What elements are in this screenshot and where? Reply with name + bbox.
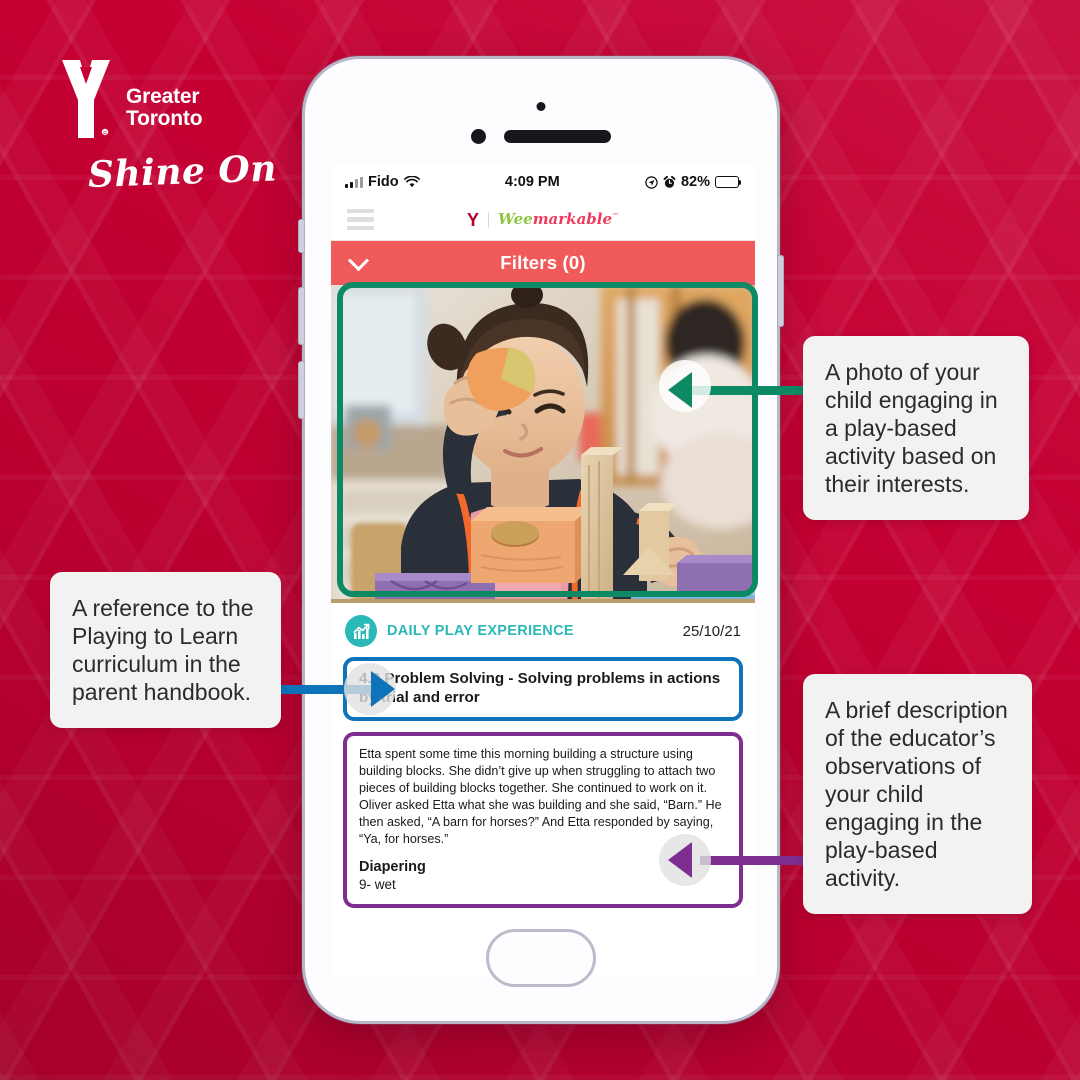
callout-observation: A brief description of the educator’s ob… [803, 674, 1032, 915]
phone-volume-up-button[interactable] [298, 287, 305, 345]
hamburger-menu-icon[interactable] [347, 208, 374, 231]
wifi-icon [403, 176, 420, 188]
photo-callout-arrow-head [668, 372, 692, 408]
learning-outcome-text: 4.2 Problem Solving - Solving problems i… [359, 670, 721, 707]
app-brand-logo: Y Weemarkable™ [467, 211, 619, 229]
status-bar: Fido 4:09 PM 82% [331, 165, 755, 199]
observation-text: Etta spent some time this morning buildi… [359, 746, 722, 847]
earpiece-speaker [504, 130, 611, 143]
home-button[interactable] [486, 929, 596, 987]
shine-on-tagline: Shine On [87, 147, 278, 196]
filters-bar[interactable]: Filters (0) [331, 241, 755, 285]
phone-volume-down-button[interactable] [298, 361, 305, 419]
entry-header-row: DAILY PLAY EXPERIENCE 25/10/21 [331, 603, 755, 655]
app-header: Y Weemarkable™ [331, 199, 755, 241]
wordmark-markable: markable [532, 210, 613, 228]
front-camera-icon [471, 129, 486, 144]
trademark-symbol: ™ [612, 212, 620, 220]
observation-callout-arrow-line [700, 856, 810, 865]
cellular-signal-icon [345, 176, 363, 188]
entry-category-label: DAILY PLAY EXPERIENCE [387, 623, 574, 639]
battery-percent-label: 82% [680, 174, 710, 190]
location-arrow-icon [645, 175, 658, 189]
ymca-logo-block: R Greater Toronto Shine On [60, 58, 290, 196]
ymca-y-logo-icon: R [60, 58, 112, 140]
callout-curriculum: A reference to the Playing to Learn curr… [50, 572, 281, 729]
learning-outcome-box[interactable]: 4.2 Problem Solving - Solving problems i… [343, 657, 743, 721]
battery-icon [714, 176, 742, 188]
carrier-label: Fido [368, 174, 399, 190]
phone-earpiece-and-camera [471, 129, 611, 144]
child-photo[interactable] [331, 285, 755, 603]
ymca-org-line1: Greater [126, 85, 200, 108]
entry-date: 25/10/21 [682, 622, 741, 640]
weemarkable-wordmark: Weemarkable™ [498, 212, 619, 227]
phone-power-button[interactable] [777, 255, 784, 327]
svg-text:R: R [103, 131, 107, 137]
phone-mute-switch[interactable] [298, 219, 305, 253]
observation-callout-arrow-head [668, 842, 692, 878]
ymca-org-name: Greater Toronto [126, 58, 203, 131]
status-bar-time: 4:09 PM [504, 174, 560, 190]
phone-mockup: Fido 4:09 PM 82% Y Weemarkable™ Filters … [298, 56, 784, 1024]
filters-label: Filters (0) [500, 252, 586, 273]
growth-chart-icon [345, 615, 377, 647]
wordmark-wee: Wee [497, 210, 533, 228]
curriculum-callout-arrow-head [371, 671, 395, 707]
brand-divider [487, 211, 489, 228]
alarm-clock-icon [663, 175, 676, 188]
proximity-sensor-icon [536, 102, 546, 111]
ymca-y-icon: Y [466, 209, 479, 230]
ymca-org-line2: Toronto [126, 107, 203, 131]
callout-photo: A photo of your child engaging in a play… [803, 336, 1029, 521]
chevron-down-icon[interactable] [347, 249, 370, 271]
